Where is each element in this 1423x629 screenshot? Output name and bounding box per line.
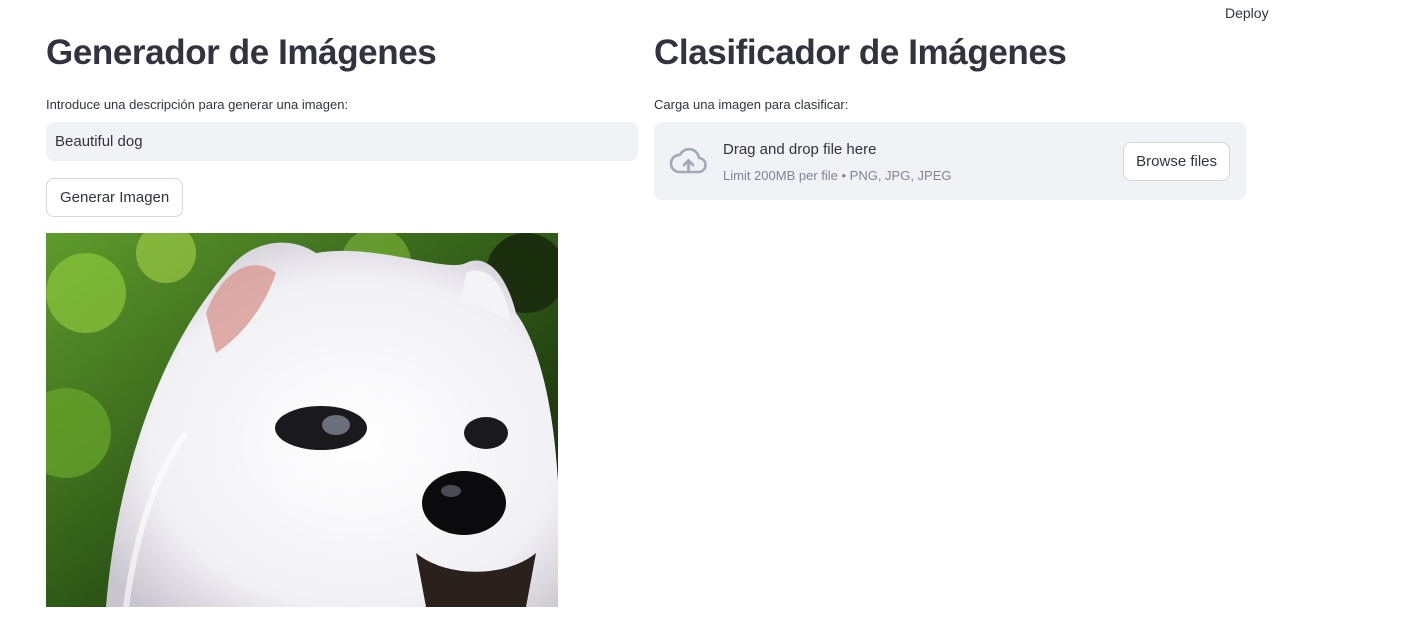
dropzone-title: Drag and drop file here (723, 141, 877, 158)
upload-label: Carga una imagen para clasificar: (654, 97, 849, 112)
classifier-title: Clasificador de Imágenes (654, 33, 1067, 72)
generated-dog-image (46, 233, 558, 607)
dropzone-limit-text: Limit 200MB per file • PNG, JPG, JPEG (723, 168, 952, 183)
file-dropzone[interactable]: Drag and drop file here Limit 200MB per … (654, 122, 1246, 200)
prompt-label: Introduce una descripción para generar u… (46, 97, 349, 112)
generate-image-button[interactable]: Generar Imagen (46, 178, 184, 217)
cloud-upload-icon (668, 145, 708, 177)
browse-files-button[interactable]: Browse files (1123, 142, 1230, 181)
prompt-input[interactable] (46, 122, 638, 161)
deploy-button[interactable]: Deploy (1214, 4, 1280, 22)
generator-title: Generador de Imágenes (46, 33, 437, 72)
